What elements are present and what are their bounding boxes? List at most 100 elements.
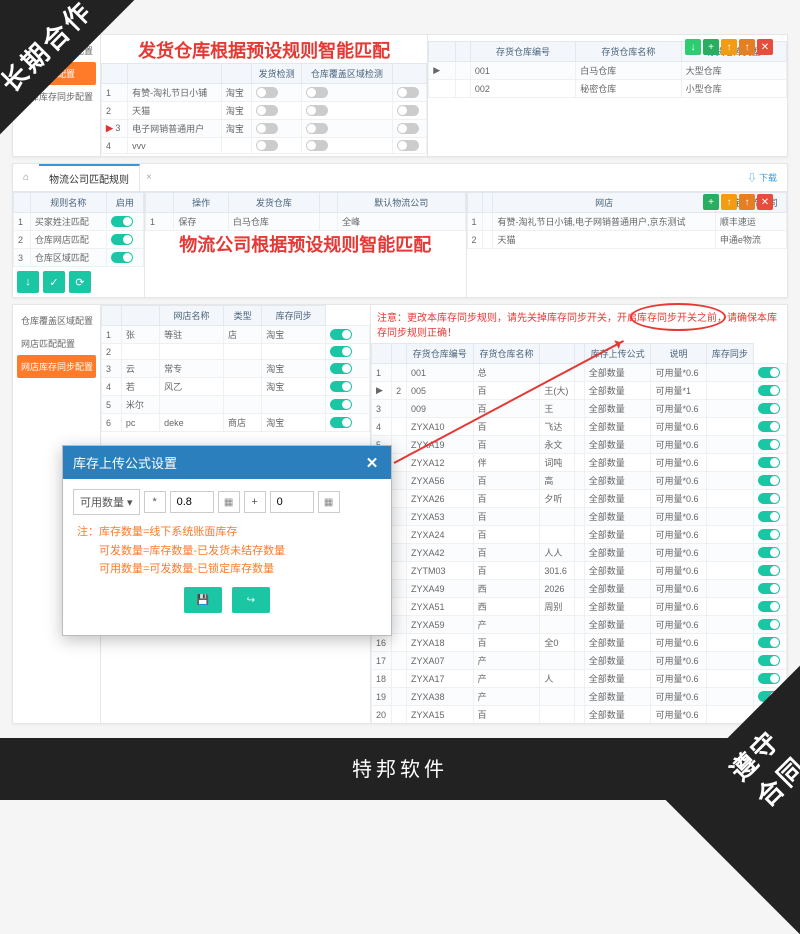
arrow-down-icon[interactable]: ↓	[17, 271, 39, 293]
table-row[interactable]: 19ZYXA38产全部数量可用量*0.6	[372, 688, 787, 706]
table-row[interactable]: 10ZYXA24百全部数量可用量*0.6	[372, 526, 787, 544]
rail-item[interactable]: 网店库存同步配置	[17, 355, 96, 378]
toggle-switch[interactable]	[397, 123, 419, 134]
toggle-switch[interactable]	[111, 252, 133, 263]
toggle-switch[interactable]	[758, 583, 780, 594]
table-row[interactable]: 7ZYXA56百高全部数量可用量*0.6	[372, 472, 787, 490]
toggle-switch[interactable]	[330, 399, 352, 410]
toggle-switch[interactable]	[306, 123, 328, 134]
table-row[interactable]: 1张等驻店淘宝	[102, 326, 370, 344]
table-row[interactable]: 3009百王全部数量可用量*0.6	[372, 400, 787, 418]
table-row[interactable]: ▶001白马仓库大型仓库	[429, 62, 787, 80]
toggle-switch[interactable]	[758, 601, 780, 612]
close-icon[interactable]: ✕	[757, 194, 773, 210]
toggle-switch[interactable]	[758, 367, 780, 378]
toggle-switch[interactable]	[306, 140, 328, 151]
arrow-down-icon[interactable]: ↓	[685, 39, 701, 55]
value1-input[interactable]	[170, 491, 214, 513]
table-row[interactable]: 11ZYXA42百人人全部数量可用量*0.6	[372, 544, 787, 562]
toggle-switch[interactable]	[758, 637, 780, 648]
table-row[interactable]: 2天猫申通e物流	[467, 231, 787, 249]
table-row[interactable]: 1有赞-淘礼节日小铺,电子网销普通用户,京东测试顺丰速运	[467, 213, 787, 231]
toggle-switch[interactable]	[758, 439, 780, 450]
exit-button[interactable]: ↪	[232, 587, 270, 613]
table-row[interactable]: 9ZYXA53百全部数量可用量*0.6	[372, 508, 787, 526]
table-row[interactable]: 4ZYXA10百飞达全部数量可用量*0.6	[372, 418, 787, 436]
table-row[interactable]: 14ZYXA51西周别全部数量可用量*0.6	[372, 598, 787, 616]
toggle-switch[interactable]	[397, 140, 419, 151]
calculator-icon[interactable]: ▦	[218, 491, 240, 513]
tab-close-icon[interactable]: ×	[140, 167, 158, 188]
toggle-switch[interactable]	[397, 87, 419, 98]
table-row[interactable]: 4vvv	[102, 138, 427, 154]
arrow-up-alt-icon[interactable]: ↑	[739, 39, 755, 55]
table-row[interactable]: 1买家姓注匹配	[14, 213, 144, 231]
table-row[interactable]: 2	[102, 344, 370, 360]
toggle-switch[interactable]	[330, 363, 352, 374]
plus-icon[interactable]: +	[703, 39, 719, 55]
toggle-switch[interactable]	[330, 346, 352, 357]
table-row[interactable]: 12ZYTM03百301.6全部数量可用量*0.6	[372, 562, 787, 580]
toggle-switch[interactable]	[306, 105, 328, 116]
table-row[interactable]: 6pcdeke商店淘宝	[102, 414, 370, 432]
arrow-up-icon[interactable]: ↑	[721, 194, 737, 210]
qty-type-select[interactable]: 可用数量 ▾	[73, 489, 140, 515]
toggle-switch[interactable]	[758, 673, 780, 684]
close-icon[interactable]: ✕	[757, 39, 773, 55]
download-link[interactable]: ⇩ 下载	[747, 171, 777, 184]
table-row[interactable]: 5米尔	[102, 396, 370, 414]
table-row[interactable]: 20ZYXA15百全部数量可用量*0.6	[372, 706, 787, 724]
refresh-icon[interactable]: ⟳	[69, 271, 91, 293]
value2-input[interactable]	[270, 491, 314, 513]
table-row[interactable]: 1有赞-淘礼节日小铺淘宝	[102, 84, 427, 102]
table-row[interactable]: 2天猫淘宝	[102, 102, 427, 120]
table-row[interactable]: 3仓库区域匹配	[14, 249, 144, 267]
table-row[interactable]: 13ZYXA49西2026全部数量可用量*0.6	[372, 580, 787, 598]
tab-logistics-rule[interactable]: 物流公司匹配规则	[39, 164, 140, 191]
table-row[interactable]: 4若风乙淘宝	[102, 378, 370, 396]
toggle-switch[interactable]	[758, 475, 780, 486]
toggle-switch[interactable]	[758, 421, 780, 432]
toggle-switch[interactable]	[256, 87, 278, 98]
save-button[interactable]: 💾	[184, 587, 222, 613]
table-row[interactable]: 002秘密仓库小型仓库	[429, 80, 787, 98]
toggle-switch[interactable]	[256, 105, 278, 116]
table-row[interactable]: 15ZYXA59产全部数量可用量*0.6	[372, 616, 787, 634]
toggle-switch[interactable]	[330, 417, 352, 428]
toggle-switch[interactable]	[758, 529, 780, 540]
toggle-switch[interactable]	[758, 655, 780, 666]
table-row[interactable]: ▶2005百王(大)全部数量可用量*1	[372, 382, 787, 400]
table-row[interactable]: 6ZYXA12伴词吨全部数量可用量*0.6	[372, 454, 787, 472]
toggle-switch[interactable]	[758, 493, 780, 504]
toggle-switch[interactable]	[330, 381, 352, 392]
table-row[interactable]: 3云常专淘宝	[102, 360, 370, 378]
close-icon[interactable]: ✕	[363, 454, 381, 472]
toggle-switch[interactable]	[758, 619, 780, 630]
table-row[interactable]: 16ZYXA18百全0全部数量可用量*0.6	[372, 634, 787, 652]
toggle-switch[interactable]	[397, 105, 419, 116]
toggle-switch[interactable]	[111, 216, 133, 227]
rail-item[interactable]: 仓库覆盖区域配置	[17, 309, 96, 332]
table-row[interactable]: 8ZYXA26百夕听全部数量可用量*0.6	[372, 490, 787, 508]
check-icon[interactable]: ✓	[43, 271, 65, 293]
operator2-select[interactable]: +	[244, 491, 266, 513]
table-row[interactable]: 1保存白马仓库全峰	[146, 213, 466, 231]
toggle-switch[interactable]	[256, 140, 278, 151]
toggle-switch[interactable]	[256, 123, 278, 134]
table-row[interactable]: 18ZYXA17产人全部数量可用量*0.6	[372, 670, 787, 688]
arrow-up-alt-icon[interactable]: ↑	[739, 194, 755, 210]
toggle-switch[interactable]	[111, 234, 133, 245]
table-row[interactable]: 5ZYXA19百永文全部数量可用量*0.6	[372, 436, 787, 454]
table-row[interactable]: 2仓库网店匹配	[14, 231, 144, 249]
table-row[interactable]: ▶ 3电子网销普通用户淘宝	[102, 120, 427, 138]
toggle-switch[interactable]	[330, 329, 352, 340]
calculator-icon[interactable]: ▦	[318, 491, 340, 513]
toggle-switch[interactable]	[758, 565, 780, 576]
table-row[interactable]: 1001总全部数量可用量*0.6	[372, 364, 787, 382]
toggle-switch[interactable]	[758, 511, 780, 522]
toggle-switch[interactable]	[758, 457, 780, 468]
rail-item[interactable]: 网店匹配配置	[17, 332, 96, 355]
table-row[interactable]: 17ZYXA07产全部数量可用量*0.6	[372, 652, 787, 670]
arrow-up-icon[interactable]: ↑	[721, 39, 737, 55]
plus-icon[interactable]: +	[703, 194, 719, 210]
